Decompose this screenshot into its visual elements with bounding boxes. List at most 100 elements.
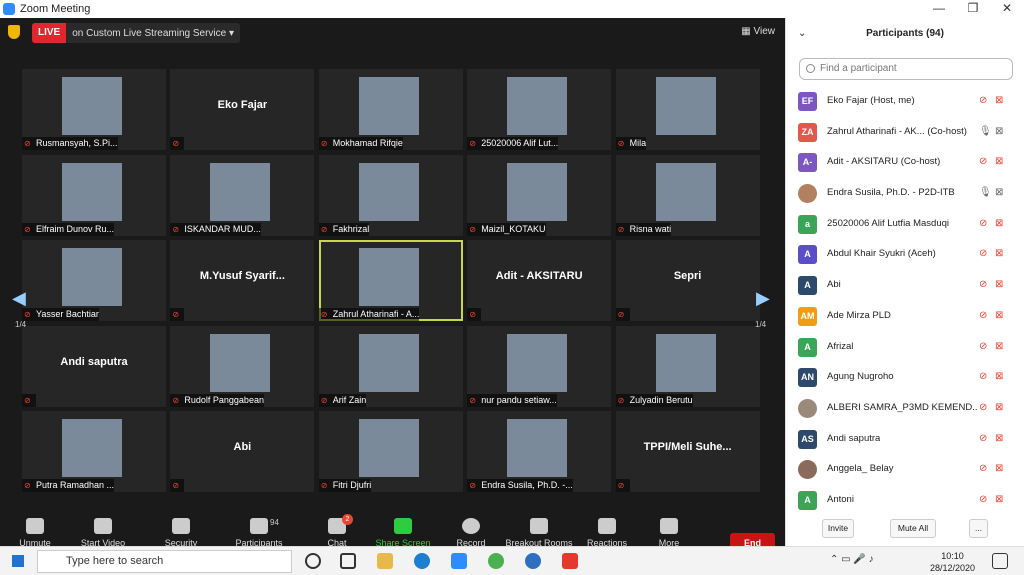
video-tile[interactable]: ⊘ Putra Ramadhan ...: [22, 411, 166, 493]
mic-muted-icon[interactable]: ⊘: [979, 95, 987, 106]
video-tile[interactable]: ⊘ Arif Zain: [318, 325, 463, 407]
video-off-icon[interactable]: ⊠: [995, 494, 1003, 505]
chat-button[interactable]: Chat 2: [302, 514, 372, 548]
mic-muted-icon[interactable]: ⊘: [979, 433, 987, 444]
video-tile[interactable]: ⊘ Risna wati: [615, 154, 760, 236]
clock[interactable]: 10:10 28/12/2020: [930, 550, 975, 574]
participant-row[interactable]: A- Adit - AKSITARU (Co-host) ⊘ ⊠: [786, 147, 1018, 178]
participant-row[interactable]: AS Andi saputra ⊘ ⊠: [786, 424, 1018, 455]
prev-page-arrow-icon[interactable]: ◀: [12, 288, 26, 309]
video-tile[interactable]: ⊘ Endra Susila, Ph.D. -...: [467, 411, 612, 493]
system-tray-icons[interactable]: ⌃ ▭ 🎤 ♪: [830, 554, 890, 570]
video-off-icon[interactable]: ⊠: [995, 341, 1003, 352]
zoom-app-icon[interactable]: [451, 553, 467, 569]
mic-on-icon[interactable]: 🎙: [979, 126, 992, 137]
video-tile[interactable]: Sepri ⊘: [615, 240, 760, 322]
participant-search-input[interactable]: Find a participant: [799, 58, 1013, 80]
video-tile[interactable]: ⊘ Zulyadin Berutu: [615, 325, 760, 407]
video-tile[interactable]: ⊘ ISKANDAR MUD...: [170, 154, 315, 236]
mic-muted-icon[interactable]: ⊘: [979, 218, 987, 229]
participant-row[interactable]: Endra Susila, Ph.D. - P2D-ITB 🎙 ⊠: [786, 178, 1018, 209]
mute-all-button[interactable]: Mute All: [890, 519, 936, 538]
encryption-shield-icon[interactable]: [8, 25, 20, 39]
participant-row[interactable]: ALBERI SAMRA_P3MD KEMEND... ⊘ ⊠: [786, 393, 1018, 424]
video-tile[interactable]: ⊘ Maizil_KOTAKU: [467, 154, 612, 236]
video-tile[interactable]: ⊘ Mokhamad Rifqie: [318, 69, 463, 150]
video-tile[interactable]: Adit - AKSITARU ⊘: [467, 240, 612, 322]
next-page-arrow-icon[interactable]: ▶: [756, 288, 770, 309]
mic-muted-icon[interactable]: ⊘: [979, 279, 987, 290]
participant-row[interactable]: a 25020006 Alif Lutfia Masduqi ⊘ ⊠: [786, 209, 1018, 240]
invite-button[interactable]: Invite: [822, 519, 854, 538]
video-off-icon[interactable]: ⊠: [995, 463, 1003, 474]
video-tile[interactable]: Eko Fajar ⊘: [170, 69, 315, 150]
video-tile[interactable]: TPPI/Meli Suhe... ⊘: [615, 411, 760, 493]
taskbar-search-input[interactable]: Type here to search: [37, 550, 292, 573]
chrome-icon[interactable]: [488, 553, 504, 569]
reactions-button[interactable]: Reactions: [572, 518, 642, 548]
participant-row[interactable]: A Afrizal ⊘ ⊠: [786, 332, 1018, 363]
mic-muted-icon[interactable]: ⊘: [979, 156, 987, 167]
cortana-icon[interactable]: [305, 553, 321, 569]
mic-muted-icon[interactable]: ⊘: [979, 341, 987, 352]
start-video-button[interactable]: Start Video: [68, 518, 138, 548]
video-tile[interactable]: ⊘ Fitri Djufri: [318, 411, 463, 493]
video-tile[interactable]: Abi ⊘: [170, 411, 315, 493]
notifications-icon[interactable]: [992, 553, 1008, 569]
video-tile[interactable]: ⊘ Rusmansyah, S.Pi...: [22, 69, 166, 150]
participant-row[interactable]: Anggela_ Belay ⊘ ⊠: [786, 454, 1018, 485]
close-button[interactable]: ✕: [990, 0, 1024, 18]
video-off-icon[interactable]: ⊠: [995, 279, 1003, 290]
windows-start-icon[interactable]: [12, 555, 24, 567]
participant-row[interactable]: EF Eko Fajar (Host, me) ⊘ ⊠: [786, 86, 1018, 117]
mic-muted-icon[interactable]: ⊘: [979, 463, 987, 474]
red-app-icon[interactable]: [562, 553, 578, 569]
video-tile[interactable]: ⊘ Zahrul Atharinafi - A...: [318, 240, 463, 322]
record-button[interactable]: Record: [436, 518, 506, 548]
breakout-rooms-button[interactable]: Breakout Rooms: [504, 518, 574, 548]
video-tile[interactable]: ⊘ 25020006 Alif Lut...: [467, 69, 612, 150]
video-off-icon[interactable]: ⊠: [995, 371, 1003, 382]
mic-muted-icon[interactable]: ⊘: [979, 402, 987, 413]
mic-on-icon[interactable]: 🎙: [979, 187, 992, 198]
collapse-chevron-icon[interactable]: ⌄: [798, 18, 806, 50]
mic-muted-icon[interactable]: ⊘: [979, 494, 987, 505]
video-off-icon[interactable]: ⊠: [995, 310, 1003, 321]
file-explorer-icon[interactable]: [377, 553, 393, 569]
more-options-button[interactable]: ...: [969, 519, 988, 538]
share-screen-button[interactable]: Share Screen: [368, 518, 438, 548]
camera-app-icon[interactable]: [525, 553, 541, 569]
video-tile[interactable]: M.Yusuf Syarif... ⊘: [170, 240, 315, 322]
video-tile[interactable]: ⊘ Elfraim Dunov Ru...: [22, 154, 166, 236]
task-view-icon[interactable]: [340, 553, 356, 569]
maximize-button[interactable]: ❐: [956, 0, 990, 18]
video-tile[interactable]: ⊘ Rudolf Panggabean: [170, 325, 315, 407]
minimize-button[interactable]: —: [922, 0, 956, 18]
video-tile[interactable]: ⊘ Yasser Bachtiar: [22, 240, 166, 322]
video-off-icon[interactable]: ⊠: [995, 126, 1003, 137]
participants-button[interactable]: Participants 94: [224, 518, 294, 548]
view-button[interactable]: ▦ View: [741, 26, 775, 37]
participant-row[interactable]: ZA Zahrul Atharinafi - AK... (Co-host) 🎙 ⊠: [786, 117, 1018, 148]
live-stream-indicator[interactable]: LIVE on Custom Live Streaming Service ▾: [32, 23, 240, 43]
video-off-icon[interactable]: ⊠: [995, 218, 1003, 229]
video-tile[interactable]: ⊘ Fakhrizal: [318, 154, 463, 236]
video-off-icon[interactable]: ⊠: [995, 156, 1003, 167]
mic-muted-icon[interactable]: ⊘: [979, 371, 987, 382]
participant-row[interactable]: A Abi ⊘ ⊠: [786, 270, 1018, 301]
video-off-icon[interactable]: ⊠: [995, 248, 1003, 259]
more-button[interactable]: More: [634, 518, 704, 548]
video-tile[interactable]: Andi saputra ⊘: [22, 325, 166, 407]
participant-row[interactable]: AN Agung Nugroho ⊘ ⊠: [786, 362, 1018, 393]
video-off-icon[interactable]: ⊠: [995, 95, 1003, 106]
unmute-button[interactable]: Unmute: [0, 518, 70, 548]
mic-muted-icon[interactable]: ⊘: [979, 248, 987, 259]
participant-row[interactable]: AM Ade Mirza PLD ⊘ ⊠: [786, 301, 1018, 332]
security-button[interactable]: Security: [146, 518, 216, 548]
video-tile[interactable]: ⊘ nur pandu setiaw...: [467, 325, 612, 407]
edge-icon[interactable]: [414, 553, 430, 569]
video-off-icon[interactable]: ⊠: [995, 402, 1003, 413]
video-off-icon[interactable]: ⊠: [995, 433, 1003, 444]
video-off-icon[interactable]: ⊠: [995, 187, 1003, 198]
video-tile[interactable]: ⊘ Mila: [615, 69, 760, 150]
